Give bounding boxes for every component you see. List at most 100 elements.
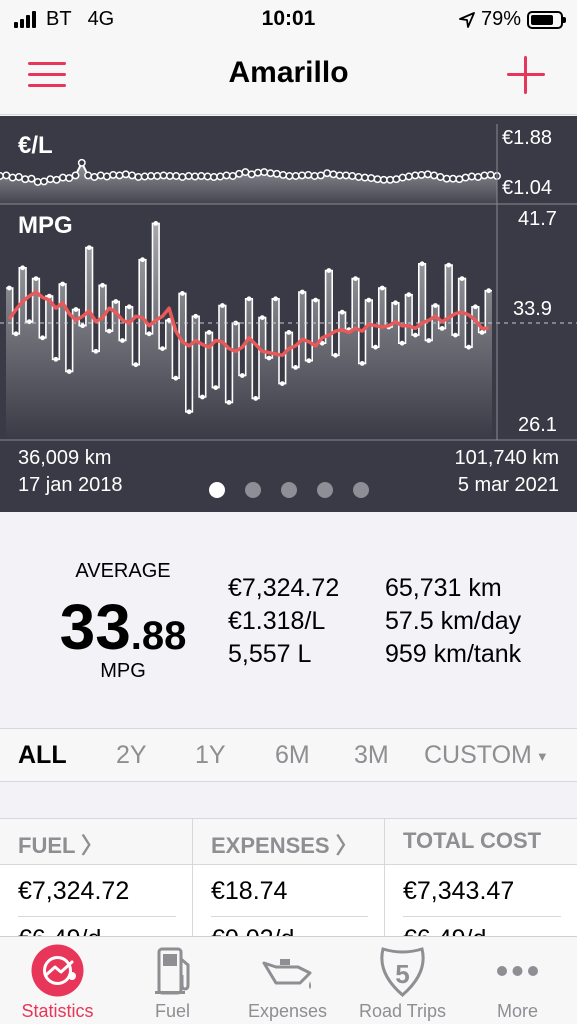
- price-point: [253, 168, 262, 177]
- price-point: [40, 177, 48, 186]
- price-point: [147, 172, 155, 180]
- page-dot-4[interactable]: [317, 482, 333, 498]
- mpg-point: [393, 300, 398, 306]
- mpg-point: [453, 332, 458, 338]
- price-point: [2, 171, 11, 180]
- price-point: [134, 173, 143, 181]
- start-date: 17 jan 2018: [18, 474, 123, 496]
- total-cost-column: TOTAL COST €7,343.47 €6.49/d: [385, 819, 577, 936]
- price-point: [71, 171, 80, 180]
- mpg-point: [353, 276, 358, 281]
- mpg-point: [306, 358, 312, 364]
- tab-more-label: More: [496, 1001, 538, 1021]
- expenses-column[interactable]: EXPENSES 〉 €18.74 €0.02/d: [193, 819, 385, 936]
- price-point: [96, 171, 105, 180]
- price-point: [228, 172, 237, 180]
- mpg-point: [366, 297, 372, 303]
- mpg-point: [406, 292, 412, 298]
- end-odometer: 101,740 km: [454, 447, 559, 469]
- mpg-point: [20, 265, 25, 271]
- total-distance: 65,731 km: [385, 574, 502, 602]
- price-point: [335, 171, 344, 180]
- range-tab-6m[interactable]: 6M: [275, 741, 310, 770]
- add-button[interactable]: [507, 56, 545, 94]
- distance-stats: 65,731 km 57.5 km/day 959 km/tank: [385, 572, 521, 671]
- mpg-point: [426, 338, 432, 343]
- price-point: [172, 172, 181, 180]
- page-dot-2[interactable]: [245, 482, 261, 498]
- fuel-column-header[interactable]: FUEL 〉: [18, 828, 103, 860]
- mpg-average-label: 33.9: [513, 298, 552, 320]
- price-point: [184, 172, 193, 180]
- page-title: Amarillo: [228, 56, 349, 89]
- fuel-column[interactable]: FUEL 〉 €7,324.72 €6.49/d: [0, 819, 193, 936]
- mpg-point: [259, 315, 265, 320]
- price-point: [379, 175, 388, 184]
- tab-statistics[interactable]: Statistics: [0, 937, 115, 1024]
- cost-per-litre: €1.318/L: [228, 607, 326, 635]
- tab-more[interactable]: More: [460, 937, 575, 1024]
- navigation-bar: Amarillo: [0, 38, 577, 115]
- mpg-point: [266, 355, 272, 361]
- page-dot-5[interactable]: [353, 482, 369, 498]
- price-point: [27, 174, 36, 183]
- price-point: [109, 170, 118, 179]
- range-tab-2y[interactable]: 2Y: [116, 741, 147, 770]
- mpg-point: [126, 304, 132, 310]
- price-point: [46, 175, 55, 184]
- chart-panel[interactable]: €/L €1.88 €1.04 MPG 41.7 33.9 26.1 36,00…: [0, 116, 577, 512]
- price-chart: [0, 158, 501, 204]
- price-area: [0, 162, 497, 204]
- price-point: [272, 169, 281, 178]
- price-point: [191, 172, 199, 181]
- mpg-point: [326, 268, 332, 273]
- range-tab-3m[interactable]: 3M: [354, 741, 389, 770]
- oil-can-icon: [262, 959, 312, 989]
- price-point: [203, 172, 212, 181]
- tab-fuel[interactable]: Fuel: [115, 937, 230, 1024]
- tab-bar: Statistics Fuel Expenses 5 Road Trips Mo…: [0, 936, 577, 1024]
- total-daily-cell: €6.49/d: [403, 925, 486, 936]
- range-tab-custom[interactable]: CUSTOM ▼: [424, 741, 549, 770]
- mpg-point: [33, 276, 39, 281]
- mpg-point: [13, 331, 19, 337]
- mpg-point: [200, 394, 205, 400]
- mpg-point: [93, 348, 99, 354]
- price-point: [298, 171, 306, 180]
- mpg-point: [193, 313, 199, 319]
- range-tab-all[interactable]: ALL: [18, 741, 67, 770]
- price-point: [178, 173, 187, 181]
- mpg-point: [413, 332, 418, 338]
- price-point: [33, 178, 42, 186]
- range-tab-1y[interactable]: 1Y: [195, 741, 226, 770]
- price-point: [486, 170, 495, 179]
- price-point: [77, 158, 86, 167]
- mpg-point: [339, 309, 345, 315]
- page-indicator[interactable]: [209, 482, 369, 498]
- price-point: [354, 173, 363, 181]
- mpg-point: [433, 303, 438, 308]
- mpg-point: [213, 385, 219, 390]
- interstate-shield-icon: 5: [380, 947, 425, 997]
- price-point: [310, 172, 319, 180]
- mpg-point: [313, 297, 318, 303]
- price-point: [165, 172, 174, 180]
- price-point: [360, 173, 369, 182]
- cost-stats: €7,324.72 €1.318/L 5,557 L: [228, 572, 339, 671]
- price-point: [102, 172, 111, 181]
- fuel-total-cell: €7,324.72: [18, 877, 130, 905]
- mpg-point: [180, 291, 185, 296]
- page-dot-3[interactable]: [281, 482, 297, 498]
- total-litres: 5,557 L: [228, 640, 312, 668]
- tab-road-trips[interactable]: 5 Road Trips: [345, 937, 460, 1024]
- price-max-label: €1.88: [502, 127, 553, 149]
- price-point: [159, 171, 168, 180]
- page-dot-1[interactable]: [209, 482, 225, 498]
- price-axis-label: €/L: [18, 132, 53, 159]
- expenses-column-header[interactable]: EXPENSES 〉: [211, 828, 358, 860]
- total-fuel-cost: €7,324.72: [228, 574, 340, 602]
- price-point: [128, 171, 137, 180]
- tab-expenses[interactable]: Expenses: [230, 937, 345, 1024]
- price-point: [474, 173, 483, 181]
- price-point: [14, 173, 23, 181]
